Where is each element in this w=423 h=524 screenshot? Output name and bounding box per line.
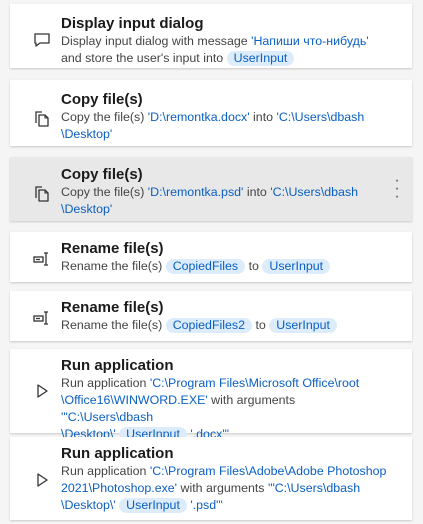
variable-pill: UserInput	[269, 318, 337, 333]
action-title: Run application	[61, 357, 174, 374]
action-description: Rename the file(s) CopiedFiles to UserIn…	[61, 258, 388, 275]
action-title: Copy file(s)	[61, 91, 143, 108]
variable-pill: CopiedFiles2	[165, 318, 253, 333]
action-content: Rename file(s) Rename the file(s) Copied…	[61, 240, 388, 275]
action-description: Copy the file(s) 'D:\remontka.psd' into …	[61, 185, 359, 216]
action-description: Run application 'C:\Program Files\Adobe\…	[61, 464, 387, 513]
action-description: Display input dialog with message 'Напиш…	[61, 34, 369, 66]
action-description: Copy the file(s) 'D:\remontka.docx' into…	[61, 110, 365, 141]
rename-icon	[32, 308, 52, 328]
action-rename-files[interactable]: Rename file(s) Rename the file(s) Copied…	[10, 232, 412, 282]
flow-designer: Display input dialog Display input dialo…	[0, 0, 423, 524]
action-content: Display input dialog Display input dialo…	[61, 15, 388, 67]
copy-icon	[32, 109, 52, 129]
action-display-input-dialog[interactable]: Display input dialog Display input dialo…	[10, 4, 412, 68]
action-copy-files-selected[interactable]: Copy file(s) Copy the file(s) 'D:\remont…	[10, 157, 412, 221]
rename-icon	[32, 249, 52, 269]
more-options-icon[interactable]: · · ·	[392, 173, 402, 205]
action-title: Rename file(s)	[61, 299, 164, 316]
action-description: Rename the file(s) CopiedFiles2 to UserI…	[61, 317, 388, 334]
action-description: Run application 'C:\Program Files\Micros…	[61, 376, 360, 442]
play-icon	[32, 381, 52, 401]
action-run-application[interactable]: Run application Run application 'C:\Prog…	[10, 349, 412, 442]
action-content: Run application Run application 'C:\Prog…	[61, 445, 388, 514]
copy-icon	[32, 184, 52, 204]
action-content: Run application Run application 'C:\Prog…	[61, 357, 388, 443]
action-run-application[interactable]: Run application Run application 'C:\Prog…	[10, 437, 412, 520]
action-copy-files[interactable]: Copy file(s) Copy the file(s) 'D:\remont…	[10, 80, 412, 146]
variable-pill: UserInput	[262, 259, 331, 274]
action-content: Rename file(s) Rename the file(s) Copied…	[61, 299, 388, 334]
action-title: Run application	[61, 445, 174, 462]
variable-pill: UserInput	[119, 498, 187, 513]
variable-pill: UserInput	[226, 51, 295, 66]
action-title: Rename file(s)	[61, 240, 164, 257]
action-title: Display input dialog	[61, 15, 204, 32]
action-title: Copy file(s)	[61, 166, 143, 183]
variable-pill: CopiedFiles	[165, 259, 246, 274]
action-content: Copy file(s) Copy the file(s) 'D:\remont…	[61, 166, 388, 218]
play-icon	[32, 470, 52, 490]
action-rename-files[interactable]: Rename file(s) Rename the file(s) Copied…	[10, 291, 412, 341]
action-content: Copy file(s) Copy the file(s) 'D:\remont…	[61, 91, 388, 143]
message-icon	[32, 30, 52, 50]
